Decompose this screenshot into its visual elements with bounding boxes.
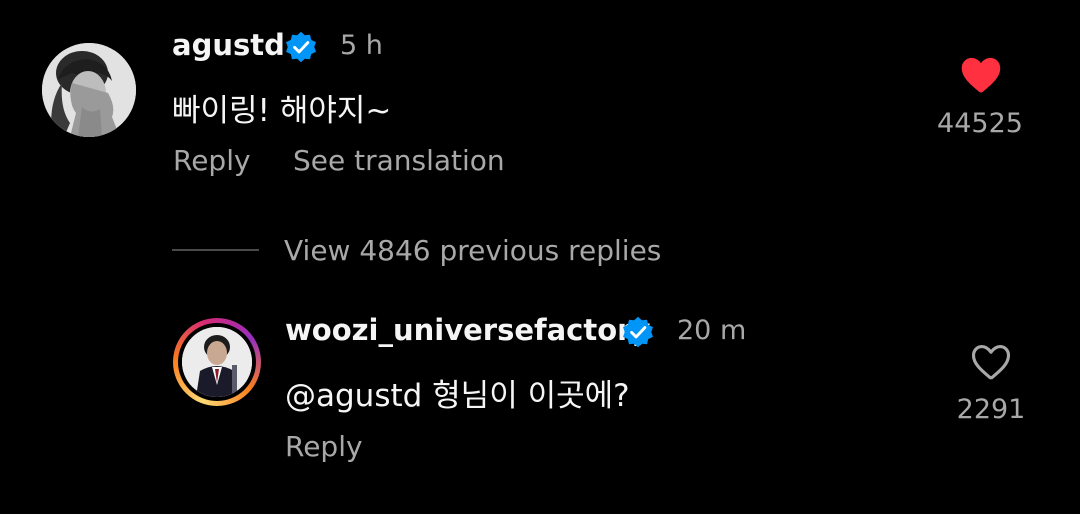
comment-username[interactable]: agustd xyxy=(172,28,285,62)
comment-text: 빠이링! 해야지~ xyxy=(172,93,392,129)
reply-username[interactable]: woozi_universefactory xyxy=(285,313,650,347)
verified-badge-icon xyxy=(621,315,655,353)
avatar-photo xyxy=(42,43,136,137)
view-previous-replies-button[interactable]: View 4846 previous replies xyxy=(284,234,661,267)
story-ring-avatar[interactable] xyxy=(173,318,261,406)
like-count: 44525 xyxy=(937,108,1023,139)
replies-divider xyxy=(172,249,259,251)
reply-text: @agustd 형님이 이곳에? xyxy=(285,378,630,414)
see-translation-button[interactable]: See translation xyxy=(293,144,505,177)
reply-button[interactable]: Reply xyxy=(285,430,363,463)
heart-outline-icon[interactable] xyxy=(970,342,1012,386)
avatar[interactable] xyxy=(42,43,136,137)
reply-button[interactable]: Reply xyxy=(173,144,251,177)
avatar-photo xyxy=(182,327,252,397)
heart-filled-icon[interactable] xyxy=(960,55,1002,99)
reply-timestamp: 20 m xyxy=(677,315,747,346)
verified-badge-icon xyxy=(284,30,318,68)
comment-timestamp: 5 h xyxy=(340,30,383,61)
like-count: 2291 xyxy=(956,394,1026,425)
